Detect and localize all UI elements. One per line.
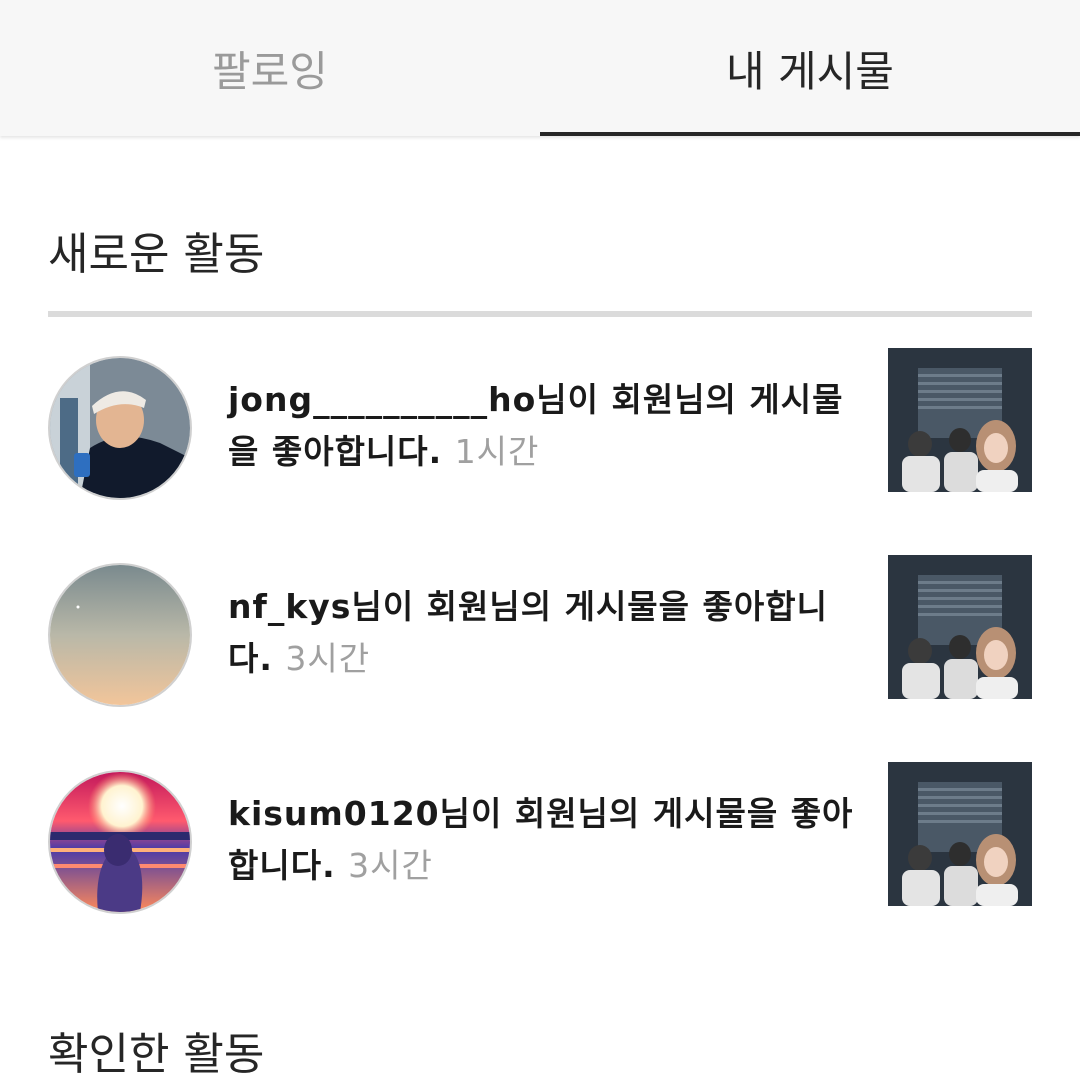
- tab-bar: 팔로잉 내 게시물: [0, 0, 1080, 136]
- section-title-seen-activity: 확인한 활동: [48, 1029, 265, 1080]
- post-thumbnail-image: [888, 555, 1032, 699]
- activity-row[interactable]: kisum0120님이 회원님의 게시물을 좋아합니다. 3시간: [48, 762, 1032, 914]
- post-thumbnail[interactable]: [888, 348, 1032, 492]
- activity-username[interactable]: nf_kys: [228, 587, 351, 626]
- activity-username[interactable]: kisum0120: [228, 794, 440, 833]
- post-thumbnail-image: [888, 348, 1032, 492]
- post-thumbnail[interactable]: [888, 762, 1032, 906]
- post-thumbnail-image: [888, 762, 1032, 906]
- avatar[interactable]: [48, 356, 192, 500]
- activity-time: 1시간: [454, 432, 540, 471]
- activity-username[interactable]: jong__________ho: [228, 380, 536, 419]
- activity-text: kisum0120님이 회원님의 게시물을 좋아합니다. 3시간: [228, 788, 858, 892]
- section-title-new-activity: 새로운 활동: [48, 229, 265, 280]
- tab-my-posts-label: 내 게시물: [726, 46, 894, 96]
- avatar-photo-man-cap: [50, 358, 190, 498]
- section-divider: [48, 311, 1032, 317]
- activity-row[interactable]: nf_kys님이 회원님의 게시물을 좋아합니다. 3시간: [48, 555, 1032, 707]
- avatar-photo-sunset-sky: [50, 565, 190, 705]
- activity-time: 3시간: [348, 846, 433, 885]
- post-thumbnail[interactable]: [888, 555, 1032, 699]
- activity-text: jong__________ho님이 회원님의 게시물을 좋아합니다. 1시간: [228, 374, 858, 478]
- avatar[interactable]: [48, 563, 192, 707]
- tab-my-posts[interactable]: 내 게시물: [540, 0, 1080, 136]
- activity-text: nf_kys님이 회원님의 게시물을 좋아합니다. 3시간: [228, 581, 858, 685]
- avatar-photo-girl-sunset: [50, 772, 190, 912]
- tab-following[interactable]: 팔로잉: [0, 0, 540, 136]
- tab-following-label: 팔로잉: [212, 46, 328, 96]
- activity-row[interactable]: jong__________ho님이 회원님의 게시물을 좋아합니다. 1시간: [48, 348, 1032, 500]
- avatar[interactable]: [48, 770, 192, 914]
- activity-time: 3시간: [285, 639, 371, 678]
